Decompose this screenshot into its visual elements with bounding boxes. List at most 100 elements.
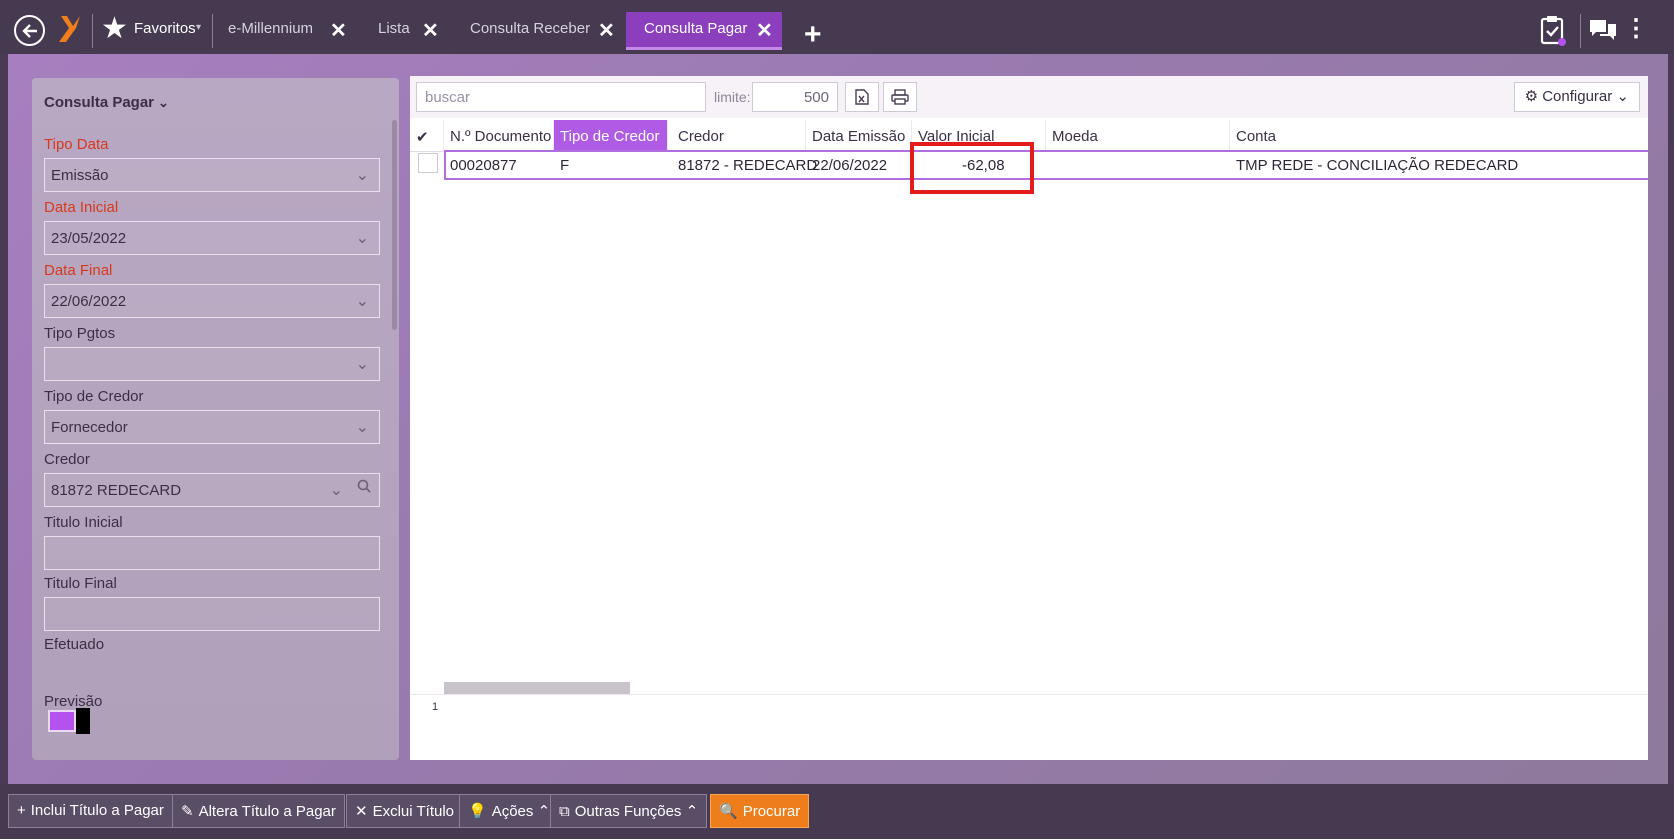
search-input[interactable]: buscar [416, 82, 706, 112]
tab-label: e-Millennium [228, 20, 314, 37]
app-logo[interactable] [56, 14, 82, 49]
button-label: Exclui Título [372, 803, 455, 820]
col-credor[interactable]: Credor [672, 120, 806, 152]
procurar-button[interactable]: 🔍 Procurar [710, 794, 810, 828]
action-bar: + Inclui Título a Pagar ✎ Altera Título a … [0, 784, 1674, 839]
button-label: Procurar [742, 803, 801, 820]
export-excel-icon[interactable] [845, 82, 879, 112]
chevron-down-icon: ⌄ [1616, 88, 1629, 105]
favorites-label[interactable]: Favoritos [134, 20, 196, 37]
button-label: Inclui Título a Pagar [30, 802, 164, 819]
row-checkbox[interactable] [418, 153, 438, 173]
col-tipo-credor[interactable]: Tipo de Credor [554, 120, 668, 152]
col-data-emissao[interactable]: Data Emissão [806, 120, 912, 152]
select-value: 81872 REDECARD [51, 482, 182, 499]
limit-input[interactable]: 500 [752, 82, 838, 112]
close-icon[interactable]: ✕ [422, 18, 439, 43]
cell-documento: 00020877 [450, 157, 517, 174]
titulo-final-input[interactable] [44, 597, 380, 631]
scrollbar[interactable] [392, 120, 397, 330]
toggle-track [48, 710, 76, 732]
field-value: 22/06/2022 [51, 293, 127, 310]
tab-label: Consulta Receber [470, 20, 591, 37]
filter-panel: Consulta Pagar ⌄ Tipo Data Emissão ⌄ Data… [32, 78, 399, 760]
edit-icon: ✎ [181, 803, 194, 820]
table-row[interactable]: 00020877 F 81872 - REDECARD 22/06/2022 -… [444, 150, 1648, 180]
toggle-knob [76, 708, 90, 734]
select-value: Fornecedor [51, 419, 128, 436]
external-edit-icon: ⧉ [559, 803, 570, 820]
button-label: Altera Título a Pagar [198, 803, 336, 820]
tab-label: Lista [378, 20, 410, 37]
cell-data-emissao: 22/06/2022 [812, 157, 888, 174]
close-icon[interactable]: ✕ [598, 18, 615, 43]
altera-titulo-button[interactable]: ✎ Altera Título a Pagar [172, 794, 345, 828]
configure-button[interactable]: ⚙ Configurar ⌄ [1513, 82, 1640, 112]
print-icon[interactable] [883, 82, 917, 112]
efetuado-label: Efetuado [44, 636, 105, 653]
col-moeda[interactable]: Moeda [1046, 120, 1230, 152]
plus-icon[interactable]: + [804, 20, 822, 50]
search-icon: 🔍 [719, 803, 738, 820]
col-documento[interactable]: N.º Documento [444, 120, 554, 152]
previsao-label: Previsão [44, 693, 103, 710]
chat-icon[interactable] [1588, 18, 1618, 47]
back-icon[interactable] [14, 15, 45, 46]
data-inicial-field[interactable]: 23/05/2022 ⌄ [44, 221, 380, 255]
data-final-label: Data Final [44, 262, 113, 279]
chevron-down-icon[interactable]: ⌄ [330, 480, 343, 500]
clipboard-check-icon[interactable] [1540, 14, 1566, 51]
panel-title[interactable]: Consulta Pagar ⌄ [44, 94, 169, 111]
divider [212, 14, 213, 48]
chevron-down-icon: ⌄ [355, 356, 369, 373]
star-icon[interactable]: ★ [101, 12, 128, 46]
highlight-box [910, 142, 1034, 194]
tipo-credor-label: Tipo de Credor [44, 388, 144, 405]
efetuado-toggle[interactable] [48, 708, 90, 734]
tipo-credor-select[interactable]: Fornecedor ⌄ [44, 410, 380, 444]
select-value: Emissão [51, 167, 109, 184]
close-icon[interactable]: ✕ [330, 18, 347, 43]
cell-credor: 81872 - REDECARD [678, 157, 818, 174]
tipo-data-label: Tipo Data [44, 136, 109, 153]
outras-funcoes-button[interactable]: ⧉ Outras Funções ⌃ [550, 794, 708, 828]
close-icon[interactable]: ✕ [756, 18, 773, 43]
lightbulb-icon: 💡 [468, 803, 487, 820]
chevron-down-icon: ⌄ [355, 293, 369, 310]
tipo-pgtos-select[interactable]: ⌄ [44, 347, 380, 381]
chevron-down-icon[interactable]: ▾ [196, 22, 201, 33]
plus-icon: + [17, 802, 26, 819]
tab-consulta-pagar[interactable]: Consulta Pagar ✕ [626, 12, 782, 50]
configure-label: Configurar [1542, 88, 1613, 105]
limit-label: limite: [714, 89, 751, 105]
search-icon[interactable] [357, 479, 371, 498]
chevron-down-icon: ⌄ [355, 230, 369, 247]
tab-lista[interactable]: Lista ✕ [378, 12, 440, 50]
grid-toolbar: buscar limite: 500 ⚙ Configurar ⌄ [410, 76, 1648, 118]
more-vertical-icon[interactable]: ⋮ [1624, 14, 1648, 44]
inclui-titulo-button[interactable]: + Inclui Título a Pagar [8, 794, 173, 828]
col-conta[interactable]: Conta [1230, 120, 1648, 152]
tipo-data-select[interactable]: Emissão ⌄ [44, 158, 380, 192]
top-bar: ★ Favoritos ▾ e-Millennium ✕ Lista ✕ Con… [0, 0, 1674, 54]
horizontal-scrollbar[interactable] [444, 682, 630, 694]
data-final-field[interactable]: 22/06/2022 ⌄ [44, 284, 380, 318]
tab-consulta-receber[interactable]: Consulta Receber ✕ [470, 12, 616, 50]
tab-label: Consulta Pagar [644, 20, 748, 37]
panel-title-label: Consulta Pagar [44, 94, 155, 111]
results-panel: buscar limite: 500 ⚙ Configurar ⌄ ✔ N.º … [410, 76, 1648, 760]
titulo-final-label: Titulo Final [44, 575, 117, 592]
grid-footer: 1 [410, 694, 1648, 718]
tipo-pgtos-label: Tipo Pgtos [44, 325, 116, 342]
credor-label: Credor [44, 451, 90, 468]
divider [92, 14, 93, 48]
select-all-checkbox[interactable]: ✔ [410, 120, 444, 152]
credor-select[interactable]: 81872 REDECARD ⌄ [44, 473, 380, 507]
acoes-button[interactable]: 💡 Ações ⌃ [459, 794, 560, 828]
button-label: Ações [491, 803, 534, 820]
tab-e-millennium[interactable]: e-Millennium ✕ [228, 12, 348, 50]
chevron-up-icon: ⌃ [537, 803, 551, 820]
titulo-inicial-input[interactable] [44, 536, 380, 570]
cell-conta: TMP REDE - CONCILIAÇÃO REDECARD [1236, 157, 1519, 174]
exclui-titulo-button[interactable]: ✕ Exclui Título [346, 794, 464, 828]
